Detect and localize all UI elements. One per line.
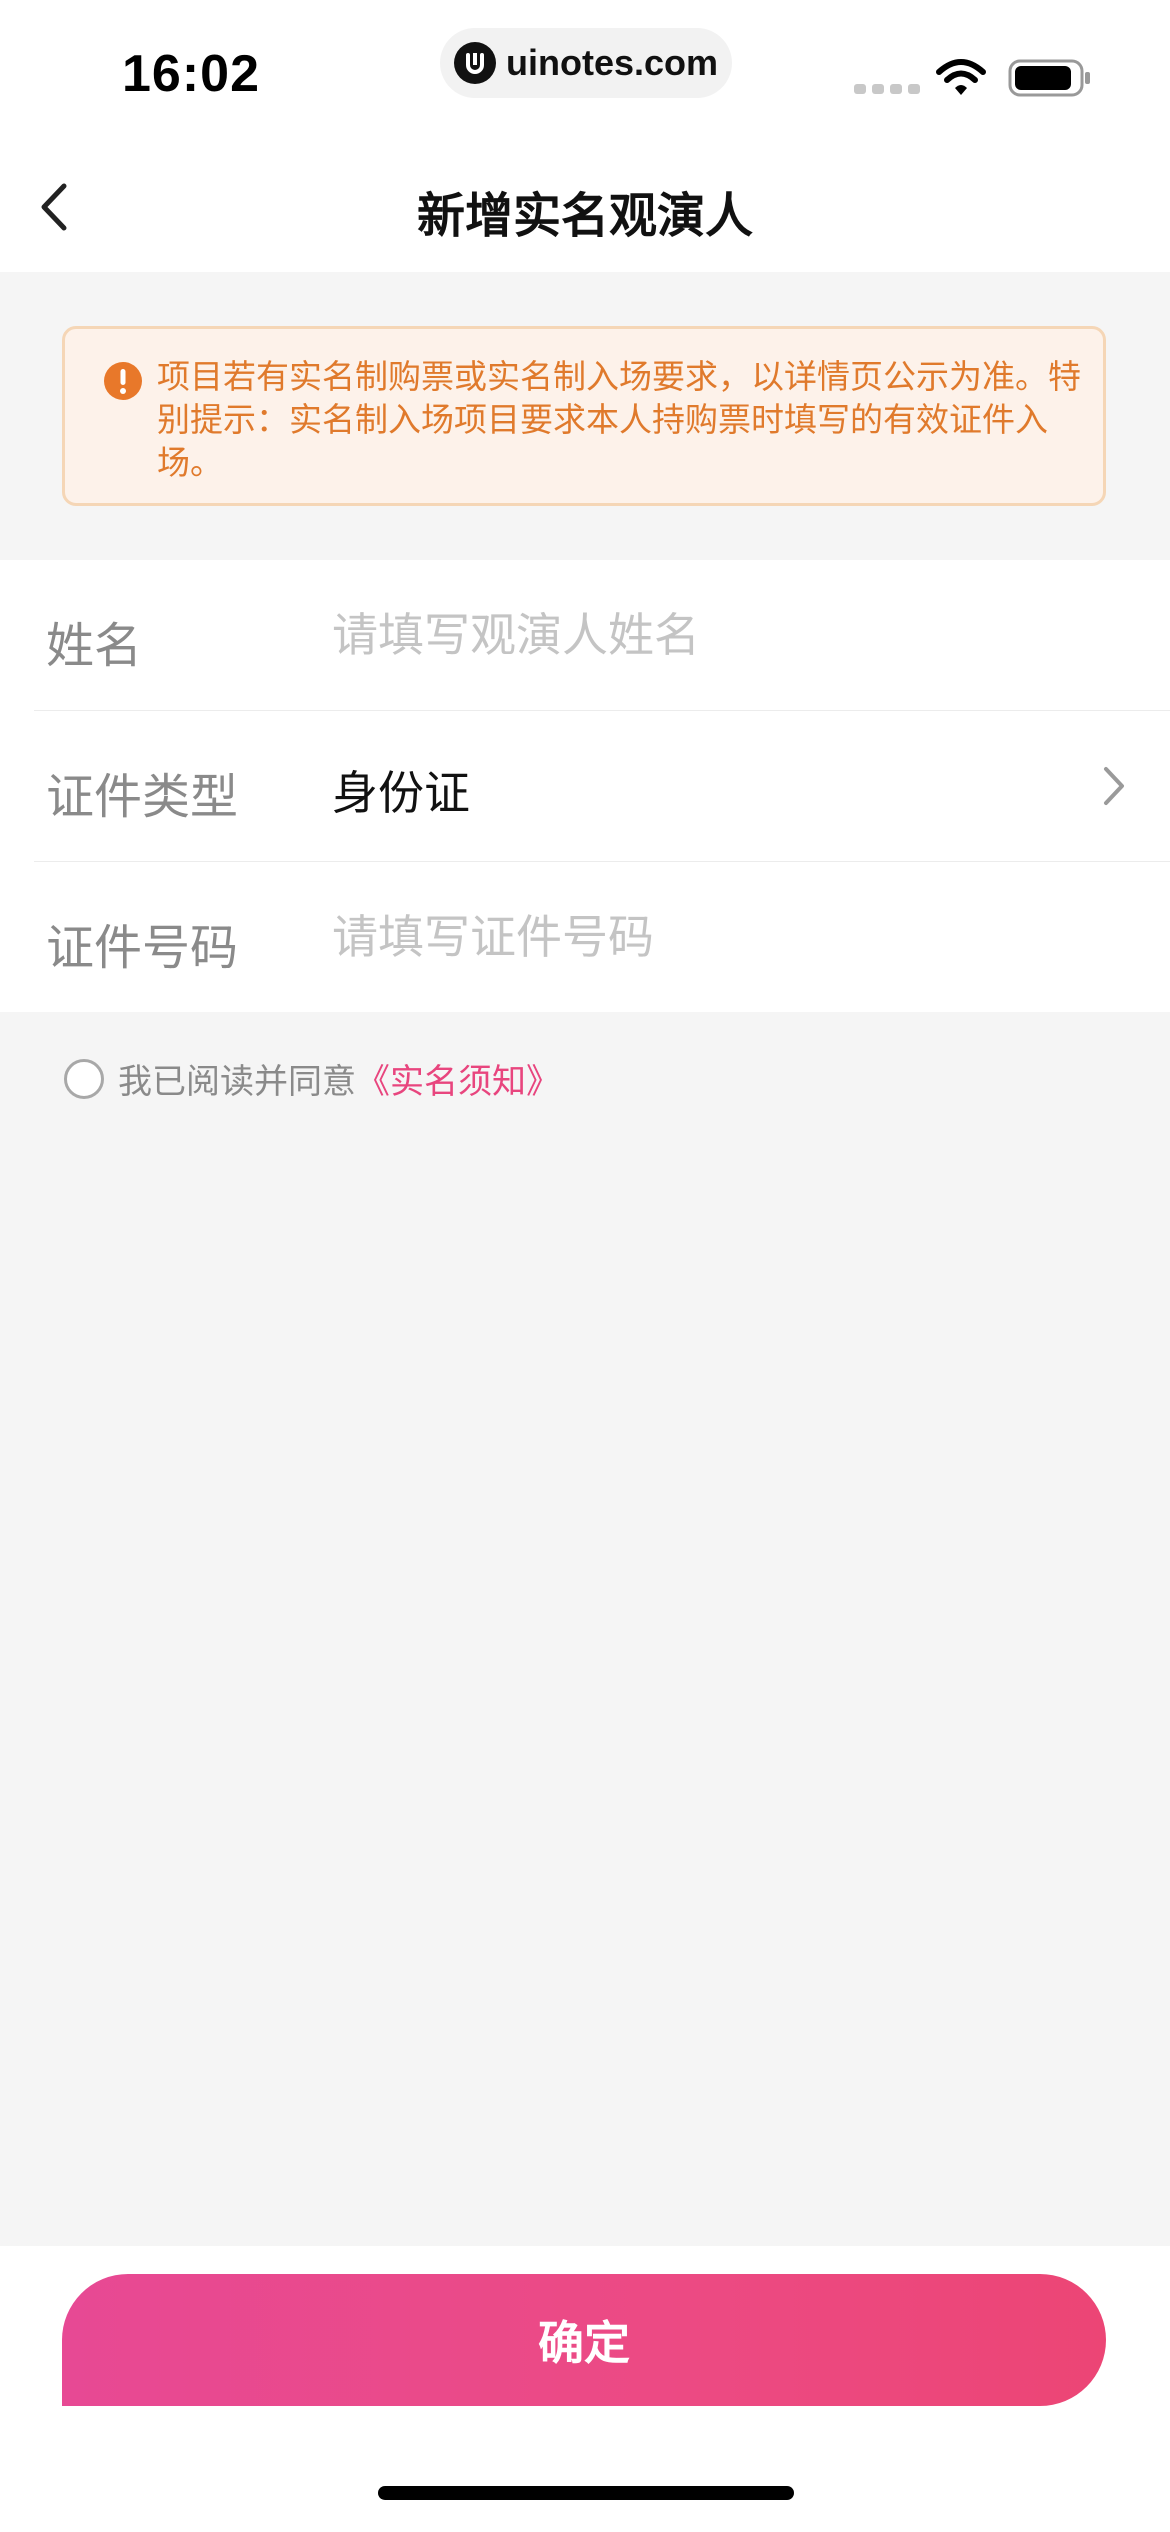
confirm-label: 确定 xyxy=(538,2316,630,2370)
id-type-label: 证件类型 xyxy=(46,769,239,825)
site-logo-icon xyxy=(454,42,496,84)
add-real-name-viewer-page: 16:02 uinotes.com 新增实名观演人 项目若有实名制购票或实名制入… xyxy=(0,0,1170,2532)
id-type-value[interactable]: 身份证 xyxy=(332,757,470,823)
nav-bar: 新增实名观演人 xyxy=(0,150,1170,272)
signal-icon xyxy=(854,84,920,94)
home-indicator xyxy=(378,2486,794,2500)
page-title: 新增实名观演人 xyxy=(416,188,753,244)
notice-banner: 项目若有实名制购票或实名制入场要求，以详情页公示为准。特别提示：实名制入场项目要… xyxy=(62,326,1106,506)
name-input[interactable] xyxy=(332,600,1092,670)
status-time: 16:02 xyxy=(122,45,260,103)
id-number-input[interactable] xyxy=(332,902,1092,972)
status-bar: 16:02 uinotes.com xyxy=(0,0,1170,150)
battery-icon xyxy=(1008,59,1090,97)
chevron-right-icon[interactable] xyxy=(1094,761,1134,811)
id-number-label: 证件号码 xyxy=(46,920,239,976)
real-name-notice-link[interactable]: 《实名须知》 xyxy=(356,1054,560,1103)
url-text: uinotes.com xyxy=(506,42,719,83)
id-number-row: 证件号码 xyxy=(34,862,1170,1012)
url-pill[interactable]: uinotes.com xyxy=(440,28,732,98)
wifi-icon xyxy=(936,59,986,95)
agreement-row: 我已阅读并同意 《实名须知》 xyxy=(64,1054,560,1103)
bottom-bar: 确定 xyxy=(0,2246,1170,2532)
notice-text: 项目若有实名制购票或实名制入场要求，以详情页公示为准。特别提示：实名制入场项目要… xyxy=(157,357,1081,482)
id-type-row[interactable]: 证件类型 身份证 xyxy=(34,711,1170,861)
name-row: 姓名 xyxy=(34,560,1170,710)
agreement-text: 我已阅读并同意 xyxy=(118,1062,356,1102)
confirm-button[interactable]: 确定 xyxy=(62,2274,1106,2406)
agreement-checkbox[interactable] xyxy=(64,1058,104,1099)
name-label: 姓名 xyxy=(46,618,143,674)
exclamation-circle-icon xyxy=(104,362,142,400)
viewer-form: 姓名 证件类型 身份证 证件号码 xyxy=(0,560,1170,1012)
